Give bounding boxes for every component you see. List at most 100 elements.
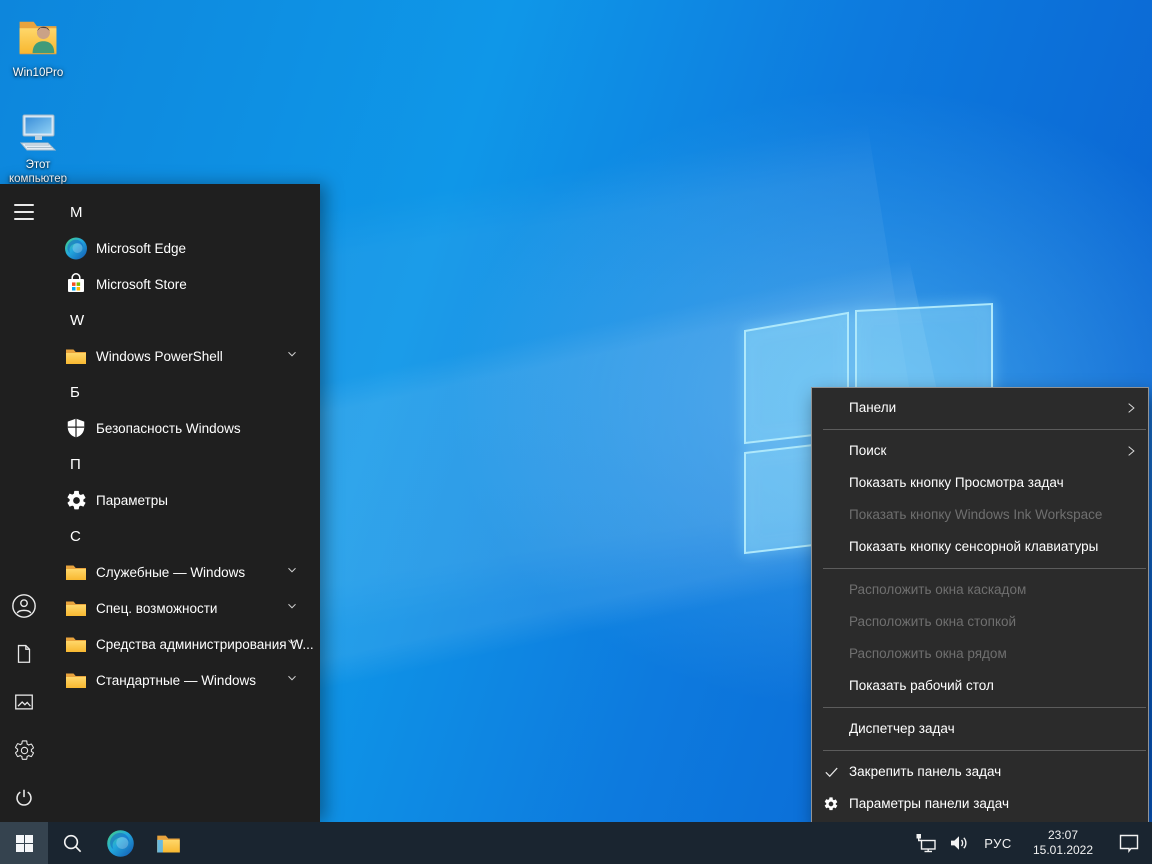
section-header-M[interactable]: M [48, 194, 320, 230]
language-indicator[interactable]: РУС [976, 822, 1020, 864]
menu-separator [823, 707, 1146, 708]
section-letter: С [70, 528, 81, 545]
user-icon [11, 593, 37, 619]
folder-item-system-windows[interactable]: Служебные — Windows [48, 554, 320, 590]
file-explorer-icon [155, 830, 182, 857]
folder-item-accessories-windows[interactable]: Стандартные — Windows [48, 662, 320, 698]
section-letter: Б [70, 384, 80, 401]
chevron-down-icon[interactable] [286, 671, 298, 689]
menu-item-task-manager[interactable]: Диспетчер задач [812, 713, 1148, 745]
edge-logo-icon [106, 829, 135, 858]
menu-item-lock-taskbar[interactable]: Закрепить панель задач [812, 756, 1148, 788]
menu-item-stack-windows: Расположить окна стопкой [812, 606, 1148, 638]
section-header-W[interactable]: W [48, 302, 320, 338]
chevron-down-icon[interactable] [286, 347, 298, 365]
folder-icon [64, 596, 88, 620]
action-center-icon [1117, 831, 1141, 855]
computer-icon [13, 108, 63, 156]
section-letter: П [70, 456, 81, 473]
app-item-microsoft-store[interactable]: Microsoft Store [48, 266, 320, 302]
folder-icon [64, 668, 88, 692]
menu-item-show-desktop[interactable]: Показать рабочий стол [812, 670, 1148, 702]
volume-icon [947, 831, 971, 855]
menu-separator [823, 429, 1146, 430]
settings-button[interactable] [0, 726, 48, 774]
section-header-Б[interactable]: Б [48, 374, 320, 410]
power-icon [13, 787, 35, 809]
menu-item-show-ink-workspace-button: Показать кнопку Windows Ink Workspace [812, 499, 1148, 531]
clock-date: 15.01.2022 [1033, 843, 1093, 858]
clock[interactable]: 23:07 15.01.2022 [1020, 822, 1106, 864]
taskbar-edge-button[interactable] [96, 822, 144, 864]
chevron-down-icon[interactable] [286, 563, 298, 581]
folder-label: Windows PowerShell [96, 349, 223, 364]
start-button[interactable] [0, 822, 48, 864]
chevron-down-icon[interactable] [286, 599, 298, 617]
user-account-button[interactable] [0, 582, 48, 630]
system-tray: РУС 23:07 15.01.2022 [910, 822, 1152, 864]
menu-item-show-task-view-button[interactable]: Показать кнопку Просмотра задач [812, 467, 1148, 499]
app-label: Microsoft Edge [96, 241, 186, 256]
volume-tray-button[interactable] [942, 822, 976, 864]
folder-item-accessibility[interactable]: Спец. возможности [48, 590, 320, 626]
network-icon [914, 831, 938, 855]
folder-label: Спец. возможности [96, 601, 217, 616]
start-menu: M Microsoft Edge [0, 184, 320, 822]
menu-item-side-by-side-windows: Расположить окна рядом [812, 638, 1148, 670]
edge-logo-icon [64, 236, 88, 260]
taskbar-context-menu: Панели Поиск Показать кнопку Просмотра з… [811, 387, 1149, 825]
desktop-icon-this-pc[interactable]: Этот компьютер [0, 108, 76, 187]
app-label: Параметры [96, 493, 168, 508]
user-folder-icon [12, 12, 64, 64]
search-button[interactable] [48, 822, 96, 864]
app-item-windows-security[interactable]: Безопасность Windows [48, 410, 320, 446]
section-letter: W [70, 312, 84, 329]
start-menu-rail [0, 184, 48, 822]
menu-item-search[interactable]: Поиск [812, 435, 1148, 467]
gear-icon [64, 488, 88, 512]
hamburger-icon [14, 204, 34, 220]
folder-item-admin-tools[interactable]: Средства администрирования W... [48, 626, 320, 662]
taskbar: РУС 23:07 15.01.2022 [0, 822, 1152, 864]
menu-item-show-touch-keyboard-button[interactable]: Показать кнопку сенсорной клавиатуры [812, 531, 1148, 563]
checkmark-icon [823, 764, 840, 781]
desktop-icon-label: Win10Pro [13, 66, 64, 80]
app-item-settings[interactable]: Параметры [48, 482, 320, 518]
defender-shield-icon [64, 416, 88, 440]
folder-icon [64, 560, 88, 584]
action-center-button[interactable] [1106, 822, 1152, 864]
expand-menu-button[interactable] [0, 188, 48, 236]
chevron-down-icon[interactable] [286, 635, 298, 653]
desktop-icon-win10pro[interactable]: Win10Pro [0, 12, 76, 80]
section-letter: M [70, 204, 83, 221]
app-label: Microsoft Store [96, 277, 187, 292]
folder-item-windows-powershell[interactable]: Windows PowerShell [48, 338, 320, 374]
folder-label: Средства администрирования W... [96, 637, 314, 652]
pictures-icon [13, 691, 35, 713]
section-header-П[interactable]: П [48, 446, 320, 482]
windows-desktop: Win10Pro Этот компьютер [0, 0, 1152, 864]
app-label: Безопасность Windows [96, 421, 241, 436]
menu-separator [823, 750, 1146, 751]
submenu-arrow-icon [1124, 444, 1138, 458]
pictures-button[interactable] [0, 678, 48, 726]
document-icon [13, 643, 35, 665]
app-item-microsoft-edge[interactable]: Microsoft Edge [48, 230, 320, 266]
menu-separator [823, 568, 1146, 569]
power-button[interactable] [0, 774, 48, 822]
folder-label: Стандартные — Windows [96, 673, 256, 688]
network-tray-button[interactable] [910, 822, 942, 864]
menu-item-cascade-windows: Расположить окна каскадом [812, 574, 1148, 606]
clock-time: 23:07 [1048, 828, 1078, 843]
gear-icon [13, 739, 36, 762]
documents-button[interactable] [0, 630, 48, 678]
section-header-С[interactable]: С [48, 518, 320, 554]
taskbar-file-explorer-button[interactable] [144, 822, 192, 864]
start-menu-app-list: M Microsoft Edge [48, 194, 320, 698]
windows-logo-icon [16, 835, 33, 852]
submenu-arrow-icon [1124, 401, 1138, 415]
menu-item-taskbar-settings[interactable]: Параметры панели задач [812, 788, 1148, 820]
store-bag-icon [64, 272, 88, 296]
gear-icon [823, 796, 839, 812]
menu-item-toolbars[interactable]: Панели [812, 392, 1148, 424]
